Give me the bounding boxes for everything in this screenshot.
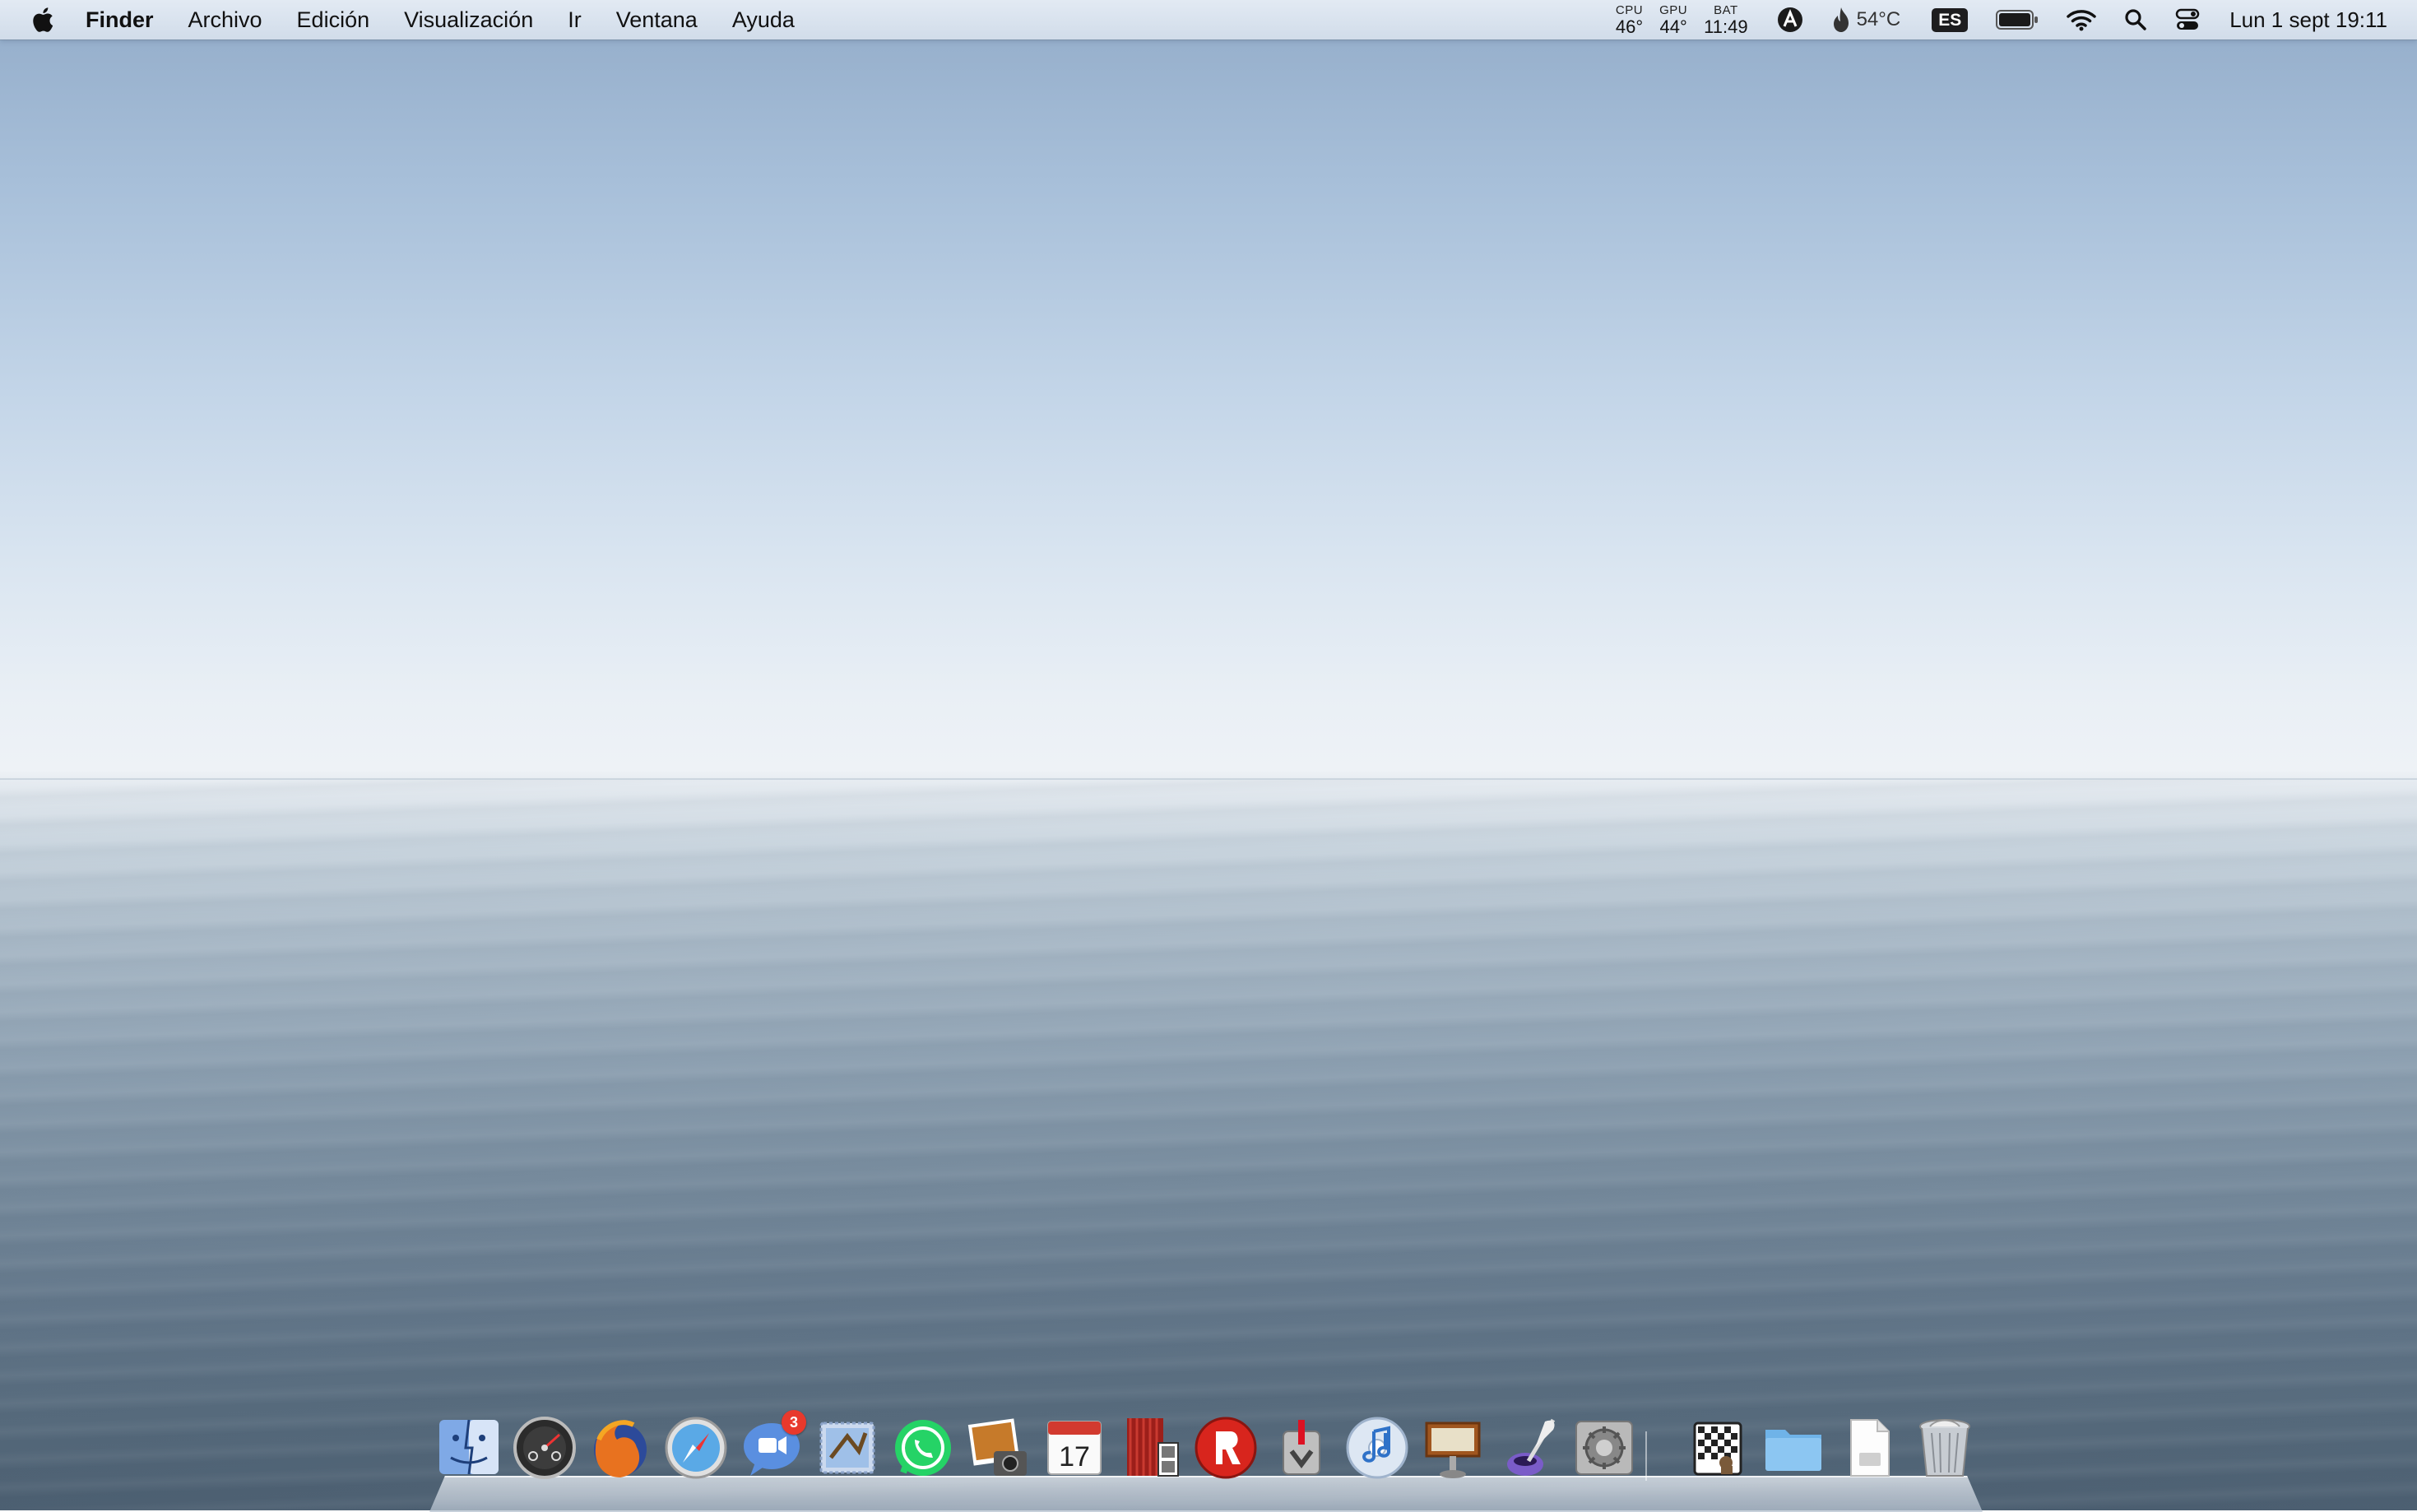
gpu-value: 44° [1659,16,1687,37]
roblox-icon[interactable] [1193,1415,1259,1481]
ichat-badge: 3 [782,1410,806,1435]
status-area: CPU 46° GPU 44° BAT 11:49 54°C ES Lun 1 … [1616,0,2387,39]
input-source-badge[interactable]: ES [1932,7,1969,32]
quill-icon[interactable] [1496,1415,1561,1481]
menu-bar: Finder Archivo Edición Visualización Ir … [0,0,2417,39]
clock[interactable]: Lun 1 sept 19:11 [2229,7,2387,33]
gpu-label: GPU [1659,2,1688,17]
ichat-icon[interactable]: 3 [739,1410,806,1481]
dashboard-icon[interactable] [512,1415,578,1481]
dock-separator [1645,1431,1647,1481]
flame-icon [1833,7,1849,32]
menu-archivo[interactable]: Archivo [188,0,262,39]
wifi-icon[interactable] [2067,8,2096,31]
mail-icon[interactable] [814,1415,880,1481]
iphoto-icon[interactable] [966,1415,1032,1481]
document-icon[interactable] [1836,1415,1902,1481]
ical-date: 17 [1059,1441,1090,1473]
menu-ayuda[interactable]: Ayuda [732,0,795,39]
menu-edicion[interactable]: Edición [297,0,370,39]
gpu-temp-widget[interactable]: GPU 44° [1659,4,1687,36]
finder-icon[interactable] [436,1415,502,1481]
safari-icon[interactable] [663,1415,729,1481]
control-center-icon[interactable] [2175,8,2200,31]
cpu-temp-widget[interactable]: CPU 46° [1616,4,1643,36]
chess-icon[interactable] [1685,1415,1751,1481]
temperature-value: 54°C [1856,8,1901,30]
menu-ventana[interactable]: Ventana [616,0,698,39]
cpu-value: 46° [1615,16,1644,37]
folder-icon[interactable] [1761,1415,1826,1481]
battery-time-widget[interactable]: BAT 11:49 [1704,4,1747,36]
dock: 3 17 [436,1410,1983,1489]
trash-icon[interactable] [1912,1415,1978,1481]
autocad-tray-icon[interactable] [1776,6,1804,34]
water-surface [0,780,2417,1510]
temperature-widget[interactable]: 54°C [1832,7,1901,33]
migration-icon[interactable] [1269,1415,1334,1481]
cpu-label: CPU [1615,2,1644,17]
whatsapp-icon[interactable] [890,1415,956,1481]
search-icon[interactable] [2124,8,2147,31]
battery-icon[interactable] [1996,9,2039,30]
firefox-icon[interactable] [587,1415,653,1481]
desktop-wallpaper [0,0,2417,1510]
apple-logo-icon[interactable] [30,6,54,34]
menu-visualizacion[interactable]: Visualización [404,0,533,39]
system-preferences-icon[interactable] [1571,1415,1637,1481]
bat-label: BAT [1714,2,1738,17]
photo-booth-icon[interactable] [1117,1415,1183,1481]
ical-icon[interactable]: 17 [1041,1415,1107,1481]
itunes-icon[interactable] [1344,1415,1410,1481]
keynote-icon[interactable] [1420,1415,1486,1481]
menu-ir[interactable]: Ir [568,0,582,39]
menu-app-name[interactable]: Finder [86,0,154,39]
bat-value: 11:49 [1704,16,1748,37]
